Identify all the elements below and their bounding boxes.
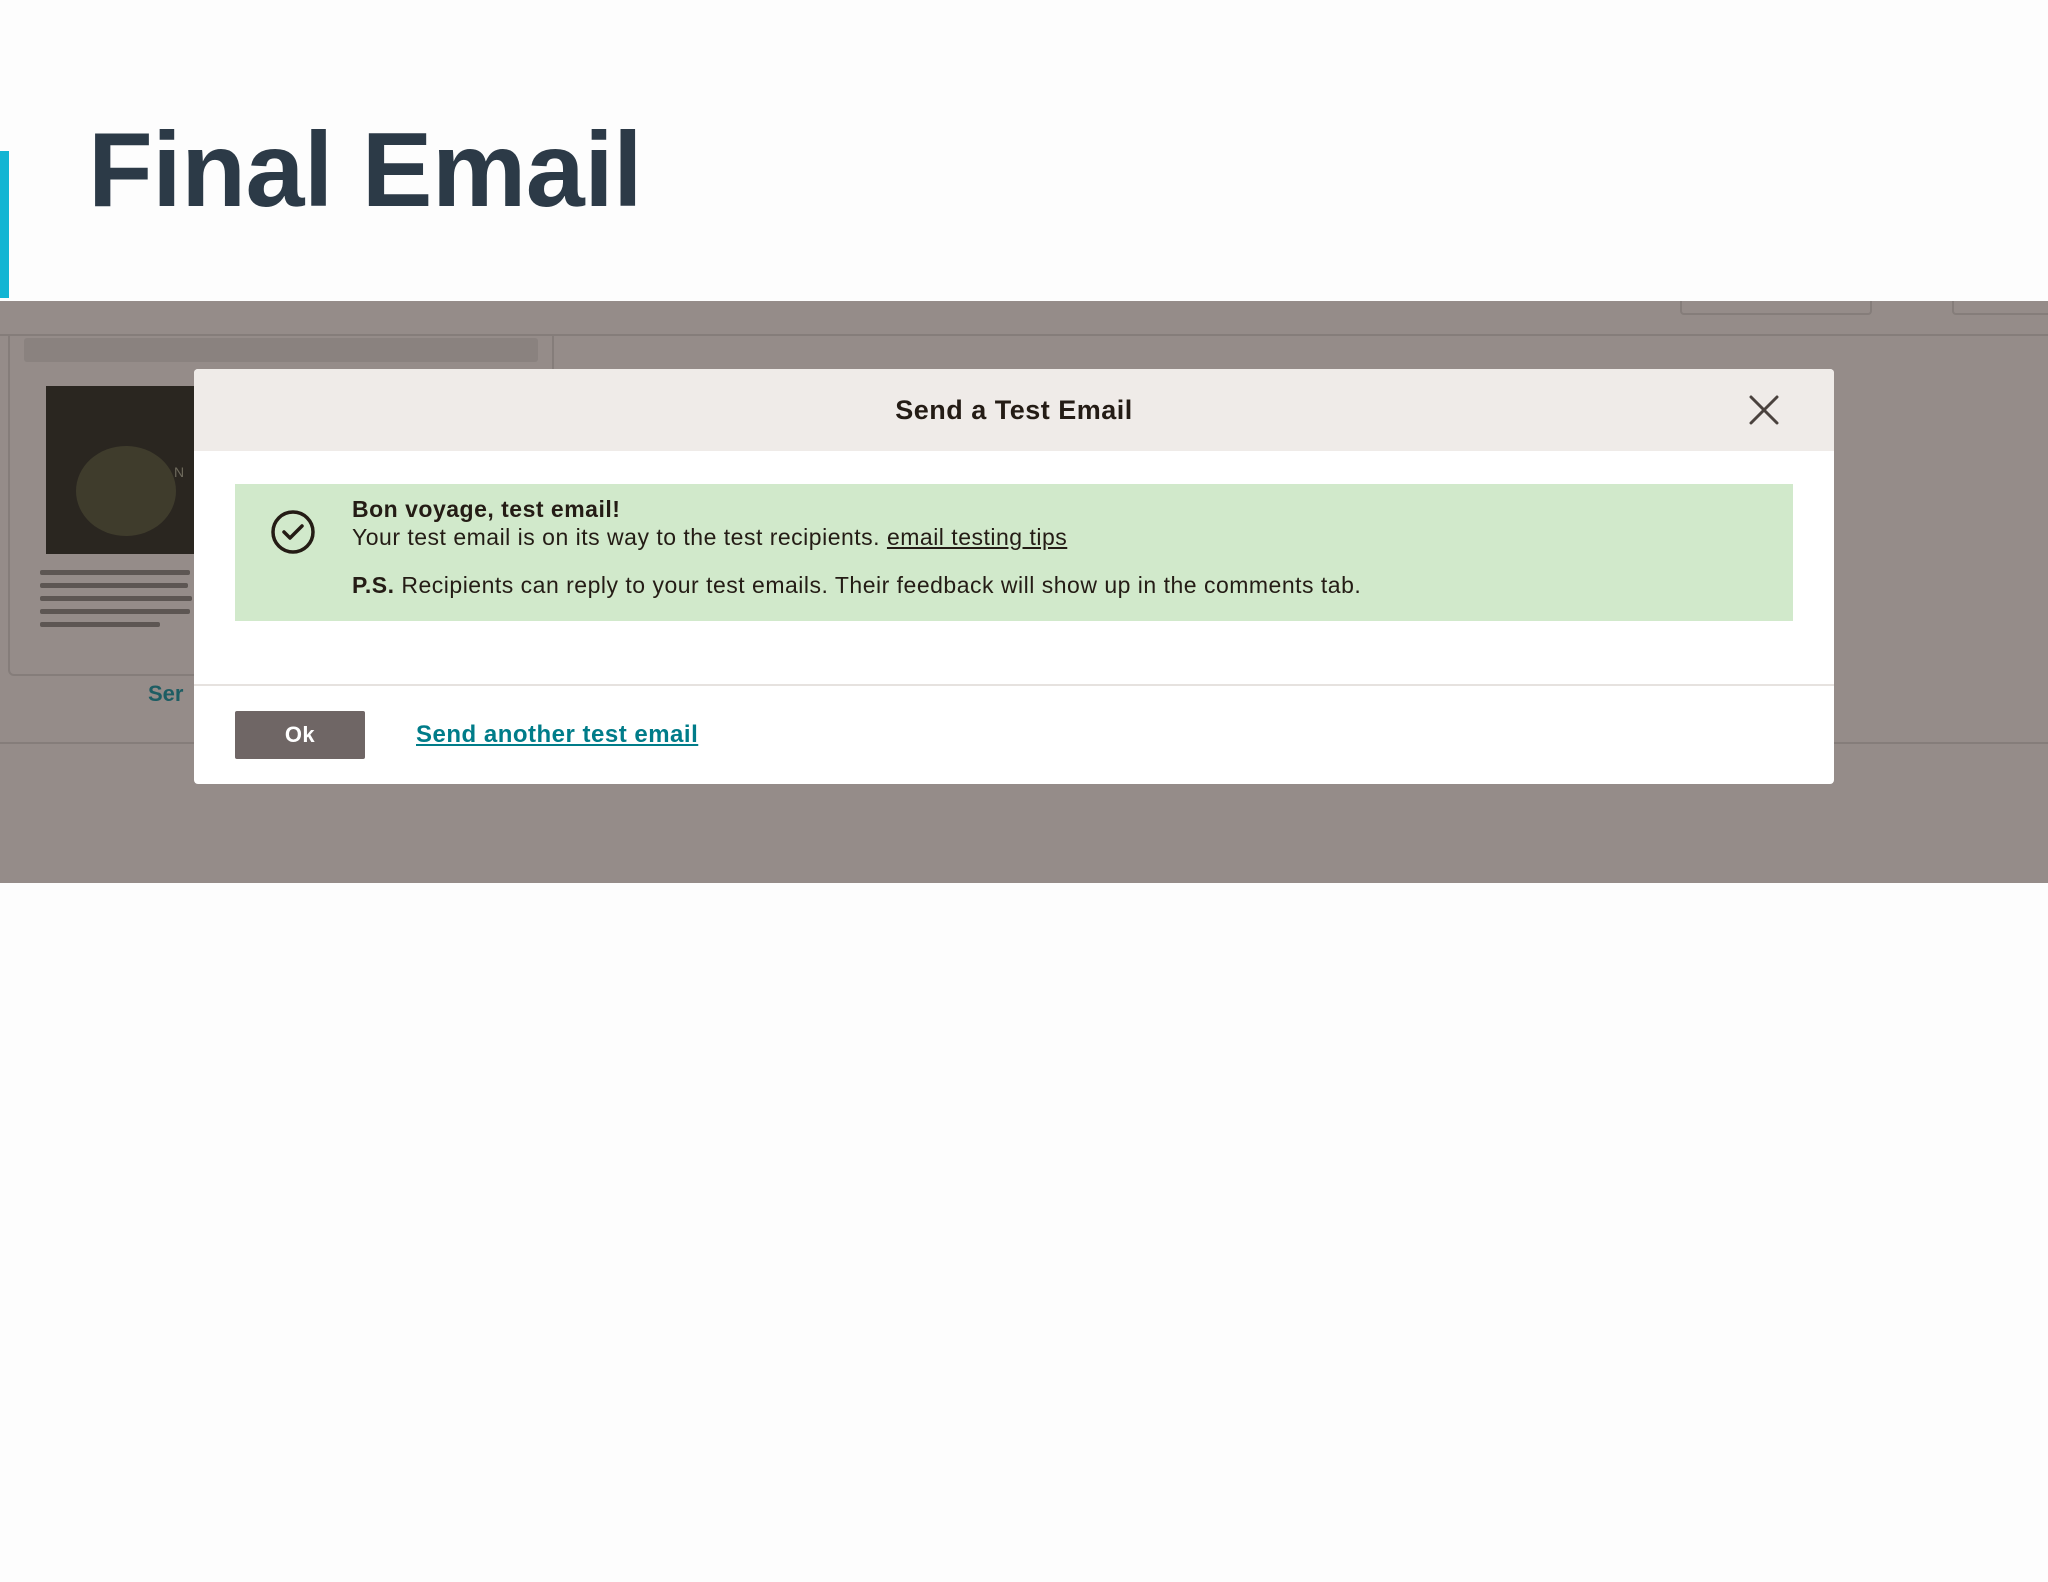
thumbnail-text: N: [174, 464, 185, 480]
send-test-email-modal: Send a Test Email Bon voyage, test email…: [194, 369, 1834, 784]
ps-text: Recipients can reply to your test emails…: [401, 572, 1362, 598]
alert-message-text: Your test email is on its way to the tes…: [352, 524, 881, 550]
background-tab: [1952, 301, 2048, 315]
close-icon: [1749, 395, 1779, 425]
check-circle-icon: [271, 510, 315, 554]
ok-button[interactable]: Ok: [235, 711, 365, 759]
alert-heading: Bon voyage, test email!: [352, 496, 621, 522]
alert-content: Bon voyage, test email! Your test email …: [352, 495, 1772, 599]
background-send-link: Ser: [148, 681, 184, 706]
close-button[interactable]: [1742, 388, 1786, 432]
slide-accent-bar: [0, 151, 9, 298]
modal-footer-divider: [194, 684, 1834, 686]
background-tab: [1680, 301, 1872, 315]
thumbnail-graphic: [76, 446, 176, 536]
alert-postscript: P.S. Recipients can reply to your test e…: [352, 571, 1772, 599]
modal-header: Send a Test Email: [194, 369, 1834, 451]
modal-title: Send a Test Email: [895, 395, 1133, 425]
email-testing-tips-link[interactable]: email testing tips: [887, 524, 1067, 550]
send-another-test-email-link[interactable]: Send another test email: [416, 720, 698, 750]
background-email-thumbnail: N: [46, 386, 206, 554]
alert-message: Your test email is on its way to the tes…: [352, 523, 1772, 551]
background-blurred-text: [40, 570, 200, 635]
success-alert: Bon voyage, test email! Your test email …: [235, 484, 1793, 621]
slide-title: Final Email: [88, 111, 643, 229]
ps-label: P.S.: [352, 572, 395, 598]
background-panel-header: [24, 338, 538, 362]
